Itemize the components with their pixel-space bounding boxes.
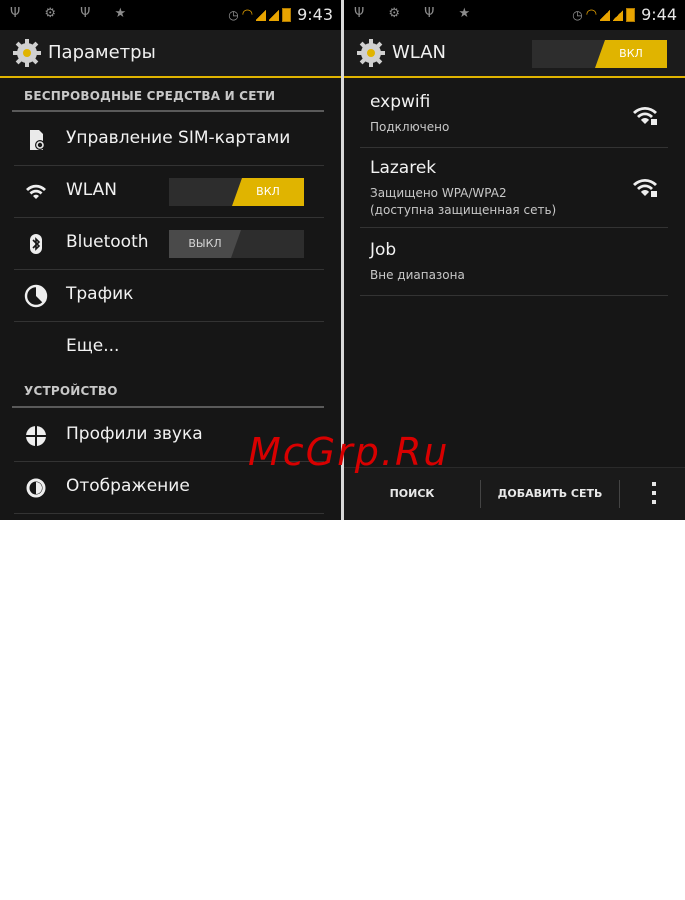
settings-item-label: Управление SIM-картами	[66, 128, 291, 148]
add-network-button[interactable]: ДОБАВИТЬ СЕТЬ	[481, 468, 619, 520]
wifi-icon	[26, 184, 46, 199]
network-status-secondary: (доступна защищенная сеть)	[370, 203, 557, 217]
display-icon	[26, 478, 46, 498]
clock: 9:44	[641, 5, 677, 24]
settings-item-label: Профили звука	[66, 424, 203, 444]
settings-item-traffic[interactable]: Трафик	[14, 270, 324, 322]
wifi-signal-icon	[633, 179, 657, 197]
signal-icon-2	[269, 8, 280, 21]
settings-item-label: WLAN	[66, 180, 118, 200]
settings-item-wlan[interactable]: WLAN ВКЛ	[14, 166, 324, 218]
clock: 9:43	[297, 5, 333, 24]
toggle-knob: ВКЛ	[595, 40, 667, 68]
status-bar: Ψ ⚙ Ψ ★ ◷ ◠ 9:43	[0, 0, 341, 30]
action-bar: WLAN ВКЛ	[344, 30, 685, 78]
signal-icon-2	[613, 8, 624, 21]
wifi-signal-icon	[633, 107, 657, 125]
status-bar: Ψ ⚙ Ψ ★ ◷ ◠ 9:44	[344, 0, 685, 30]
wifi-status-icon: ◠	[585, 7, 598, 22]
section-divider	[12, 406, 324, 408]
network-item-job[interactable]: Job Вне диапазона	[360, 228, 668, 296]
network-name: Job	[370, 240, 397, 260]
settings-item-more[interactable]: Еще...	[14, 322, 324, 374]
bluetooth-toggle[interactable]: ВЫКЛ	[169, 230, 304, 258]
button-divider	[619, 480, 620, 508]
network-item-lazarek[interactable]: Lazarek Защищено WPA/WPA2 (доступна защи…	[360, 148, 668, 228]
wlan-master-toggle[interactable]: ВКЛ	[532, 40, 667, 68]
sim-card-icon	[30, 130, 45, 150]
settings-item-label: Еще...	[66, 336, 120, 356]
bluetooth-icon	[30, 234, 42, 254]
wifi-status-icon: ◠	[241, 7, 254, 22]
section-divider	[12, 110, 324, 112]
settings-item-sim[interactable]: Управление SIM-картами	[14, 114, 324, 166]
notification-icons: Ψ ⚙ Ψ ★	[354, 6, 481, 21]
alarm-icon: ◷	[572, 7, 583, 22]
wlan-toggle[interactable]: ВКЛ	[169, 178, 304, 206]
battery-icon	[282, 7, 292, 22]
settings-item-bluetooth[interactable]: Bluetooth ВЫКЛ	[14, 218, 324, 270]
battery-icon	[626, 7, 636, 22]
settings-item-label: Bluetooth	[66, 232, 149, 252]
system-status-icons: ◷ ◠ 9:44	[572, 5, 677, 24]
section-header-wireless: БЕСПРОВОДНЫЕ СРЕДСТВА И СЕТИ	[24, 89, 276, 103]
item-divider	[14, 513, 324, 514]
settings-gear-icon[interactable]	[12, 38, 42, 68]
traffic-icon	[24, 284, 48, 308]
search-button[interactable]: ПОИСК	[344, 468, 480, 520]
signal-icon	[600, 8, 611, 21]
network-item-expwifi[interactable]: expwifi Подключено	[360, 86, 668, 148]
settings-item-label: Трафик	[66, 284, 134, 304]
network-status: Вне диапазона	[370, 268, 465, 282]
network-status: Подключено	[370, 120, 450, 134]
sound-profile-icon	[26, 426, 46, 446]
toggle-knob: ВКЛ	[232, 178, 304, 206]
notification-icons: Ψ ⚙ Ψ ★	[10, 6, 137, 21]
page-title: Параметры	[48, 42, 156, 63]
settings-gear-icon[interactable]	[356, 38, 386, 68]
signal-icon	[256, 8, 267, 21]
settings-item-label: Отображение	[66, 476, 190, 496]
section-header-device: УСТРОЙСТВО	[24, 384, 118, 398]
watermark: McGrp.Ru	[248, 430, 450, 474]
bottom-action-bar: ПОИСК ДОБАВИТЬ СЕТЬ	[344, 467, 685, 520]
toggle-knob: ВЫКЛ	[169, 230, 241, 258]
alarm-icon: ◷	[228, 7, 239, 22]
action-bar: Параметры	[0, 30, 341, 78]
page-title: WLAN	[392, 42, 447, 63]
overflow-menu-icon[interactable]	[651, 482, 657, 506]
system-status-icons: ◷ ◠ 9:43	[228, 5, 333, 24]
network-name: Lazarek	[370, 158, 437, 178]
network-name: expwifi	[370, 92, 431, 112]
screenshot-pair: Ψ ⚙ Ψ ★ ◷ ◠ 9:43 Параметры БЕСПРОВОДНЫЕ …	[0, 0, 685, 520]
network-status: Защищено WPA/WPA2	[370, 186, 507, 200]
item-divider	[360, 295, 668, 296]
